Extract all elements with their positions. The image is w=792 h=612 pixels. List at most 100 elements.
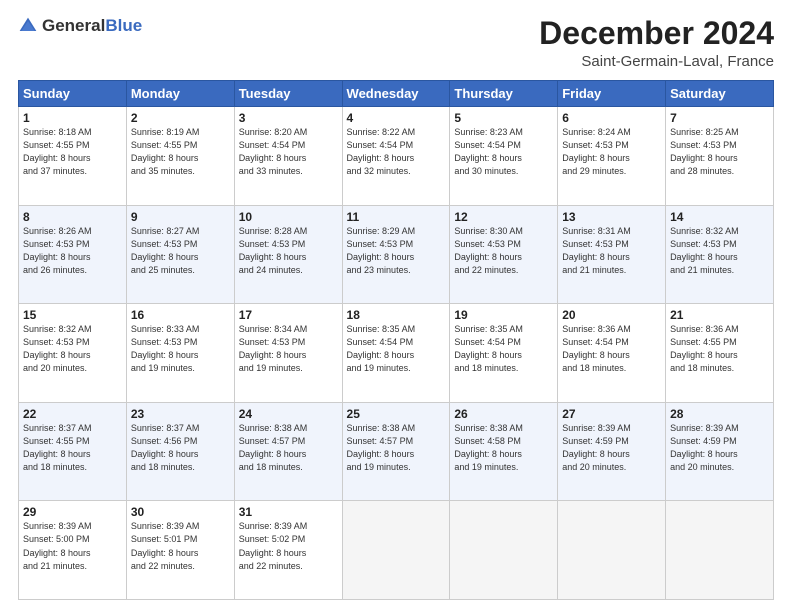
table-row: 29Sunrise: 8:39 AMSunset: 5:00 PMDayligh…: [19, 501, 127, 600]
logo: GeneralBlue: [18, 16, 142, 36]
table-row: 17Sunrise: 8:34 AMSunset: 4:53 PMDayligh…: [234, 304, 342, 403]
day-info: Sunrise: 8:30 AMSunset: 4:53 PMDaylight:…: [454, 225, 553, 277]
day-number: 15: [23, 308, 122, 322]
table-row: [342, 501, 450, 600]
table-row: 21Sunrise: 8:36 AMSunset: 4:55 PMDayligh…: [666, 304, 774, 403]
day-info: Sunrise: 8:34 AMSunset: 4:53 PMDaylight:…: [239, 323, 338, 375]
table-row: [666, 501, 774, 600]
day-number: 18: [347, 308, 446, 322]
day-number: 14: [670, 210, 769, 224]
col-saturday: Saturday: [666, 81, 774, 107]
table-row: 31Sunrise: 8:39 AMSunset: 5:02 PMDayligh…: [234, 501, 342, 600]
day-info: Sunrise: 8:38 AMSunset: 4:58 PMDaylight:…: [454, 422, 553, 474]
table-row: 5Sunrise: 8:23 AMSunset: 4:54 PMDaylight…: [450, 107, 558, 206]
calendar-week-row: 29Sunrise: 8:39 AMSunset: 5:00 PMDayligh…: [19, 501, 774, 600]
calendar-table: Sunday Monday Tuesday Wednesday Thursday…: [18, 80, 774, 600]
day-number: 26: [454, 407, 553, 421]
day-info: Sunrise: 8:36 AMSunset: 4:55 PMDaylight:…: [670, 323, 769, 375]
day-number: 25: [347, 407, 446, 421]
day-info: Sunrise: 8:39 AMSunset: 4:59 PMDaylight:…: [670, 422, 769, 474]
day-info: Sunrise: 8:39 AMSunset: 4:59 PMDaylight:…: [562, 422, 661, 474]
day-info: Sunrise: 8:39 AMSunset: 5:02 PMDaylight:…: [239, 520, 338, 572]
calendar-week-row: 8Sunrise: 8:26 AMSunset: 4:53 PMDaylight…: [19, 205, 774, 304]
day-info: Sunrise: 8:37 AMSunset: 4:55 PMDaylight:…: [23, 422, 122, 474]
day-info: Sunrise: 8:25 AMSunset: 4:53 PMDaylight:…: [670, 126, 769, 178]
day-info: Sunrise: 8:27 AMSunset: 4:53 PMDaylight:…: [131, 225, 230, 277]
col-tuesday: Tuesday: [234, 81, 342, 107]
table-row: 24Sunrise: 8:38 AMSunset: 4:57 PMDayligh…: [234, 402, 342, 501]
day-info: Sunrise: 8:38 AMSunset: 4:57 PMDaylight:…: [239, 422, 338, 474]
day-number: 4: [347, 111, 446, 125]
calendar-week-row: 22Sunrise: 8:37 AMSunset: 4:55 PMDayligh…: [19, 402, 774, 501]
col-wednesday: Wednesday: [342, 81, 450, 107]
table-row: 18Sunrise: 8:35 AMSunset: 4:54 PMDayligh…: [342, 304, 450, 403]
day-info: Sunrise: 8:38 AMSunset: 4:57 PMDaylight:…: [347, 422, 446, 474]
title-block: December 2024 Saint-Germain-Laval, Franc…: [539, 16, 774, 70]
table-row: 9Sunrise: 8:27 AMSunset: 4:53 PMDaylight…: [126, 205, 234, 304]
table-row: 25Sunrise: 8:38 AMSunset: 4:57 PMDayligh…: [342, 402, 450, 501]
col-thursday: Thursday: [450, 81, 558, 107]
day-info: Sunrise: 8:20 AMSunset: 4:54 PMDaylight:…: [239, 126, 338, 178]
calendar-header-row: Sunday Monday Tuesday Wednesday Thursday…: [19, 81, 774, 107]
table-row: 2Sunrise: 8:19 AMSunset: 4:55 PMDaylight…: [126, 107, 234, 206]
calendar-week-row: 1Sunrise: 8:18 AMSunset: 4:55 PMDaylight…: [19, 107, 774, 206]
table-row: 10Sunrise: 8:28 AMSunset: 4:53 PMDayligh…: [234, 205, 342, 304]
day-number: 19: [454, 308, 553, 322]
day-number: 6: [562, 111, 661, 125]
day-info: Sunrise: 8:28 AMSunset: 4:53 PMDaylight:…: [239, 225, 338, 277]
table-row: 11Sunrise: 8:29 AMSunset: 4:53 PMDayligh…: [342, 205, 450, 304]
table-row: 16Sunrise: 8:33 AMSunset: 4:53 PMDayligh…: [126, 304, 234, 403]
header: GeneralBlue December 2024 Saint-Germain-…: [18, 16, 774, 70]
table-row: 14Sunrise: 8:32 AMSunset: 4:53 PMDayligh…: [666, 205, 774, 304]
col-sunday: Sunday: [19, 81, 127, 107]
day-info: Sunrise: 8:19 AMSunset: 4:55 PMDaylight:…: [131, 126, 230, 178]
day-number: 2: [131, 111, 230, 125]
table-row: 20Sunrise: 8:36 AMSunset: 4:54 PMDayligh…: [558, 304, 666, 403]
month-title: December 2024: [539, 16, 774, 51]
day-info: Sunrise: 8:29 AMSunset: 4:53 PMDaylight:…: [347, 225, 446, 277]
day-info: Sunrise: 8:39 AMSunset: 5:00 PMDaylight:…: [23, 520, 122, 572]
day-number: 29: [23, 505, 122, 519]
day-number: 23: [131, 407, 230, 421]
day-number: 1: [23, 111, 122, 125]
table-row: 28Sunrise: 8:39 AMSunset: 4:59 PMDayligh…: [666, 402, 774, 501]
day-number: 11: [347, 210, 446, 224]
day-number: 3: [239, 111, 338, 125]
table-row: [558, 501, 666, 600]
table-row: [450, 501, 558, 600]
day-info: Sunrise: 8:39 AMSunset: 5:01 PMDaylight:…: [131, 520, 230, 572]
day-number: 17: [239, 308, 338, 322]
day-number: 12: [454, 210, 553, 224]
day-info: Sunrise: 8:24 AMSunset: 4:53 PMDaylight:…: [562, 126, 661, 178]
day-info: Sunrise: 8:33 AMSunset: 4:53 PMDaylight:…: [131, 323, 230, 375]
table-row: 1Sunrise: 8:18 AMSunset: 4:55 PMDaylight…: [19, 107, 127, 206]
logo-general: GeneralBlue: [42, 17, 142, 36]
table-row: 27Sunrise: 8:39 AMSunset: 4:59 PMDayligh…: [558, 402, 666, 501]
day-info: Sunrise: 8:35 AMSunset: 4:54 PMDaylight:…: [347, 323, 446, 375]
logo-icon: [18, 16, 38, 36]
day-number: 27: [562, 407, 661, 421]
table-row: 8Sunrise: 8:26 AMSunset: 4:53 PMDaylight…: [19, 205, 127, 304]
day-info: Sunrise: 8:36 AMSunset: 4:54 PMDaylight:…: [562, 323, 661, 375]
day-number: 24: [239, 407, 338, 421]
day-number: 30: [131, 505, 230, 519]
table-row: 7Sunrise: 8:25 AMSunset: 4:53 PMDaylight…: [666, 107, 774, 206]
day-info: Sunrise: 8:31 AMSunset: 4:53 PMDaylight:…: [562, 225, 661, 277]
day-info: Sunrise: 8:35 AMSunset: 4:54 PMDaylight:…: [454, 323, 553, 375]
table-row: 12Sunrise: 8:30 AMSunset: 4:53 PMDayligh…: [450, 205, 558, 304]
day-info: Sunrise: 8:23 AMSunset: 4:54 PMDaylight:…: [454, 126, 553, 178]
day-number: 22: [23, 407, 122, 421]
day-number: 28: [670, 407, 769, 421]
table-row: 4Sunrise: 8:22 AMSunset: 4:54 PMDaylight…: [342, 107, 450, 206]
day-number: 9: [131, 210, 230, 224]
calendar-week-row: 15Sunrise: 8:32 AMSunset: 4:53 PMDayligh…: [19, 304, 774, 403]
location-title: Saint-Germain-Laval, France: [539, 53, 774, 70]
day-number: 16: [131, 308, 230, 322]
day-number: 21: [670, 308, 769, 322]
table-row: 15Sunrise: 8:32 AMSunset: 4:53 PMDayligh…: [19, 304, 127, 403]
day-number: 20: [562, 308, 661, 322]
day-info: Sunrise: 8:26 AMSunset: 4:53 PMDaylight:…: [23, 225, 122, 277]
col-monday: Monday: [126, 81, 234, 107]
day-number: 31: [239, 505, 338, 519]
table-row: 26Sunrise: 8:38 AMSunset: 4:58 PMDayligh…: [450, 402, 558, 501]
